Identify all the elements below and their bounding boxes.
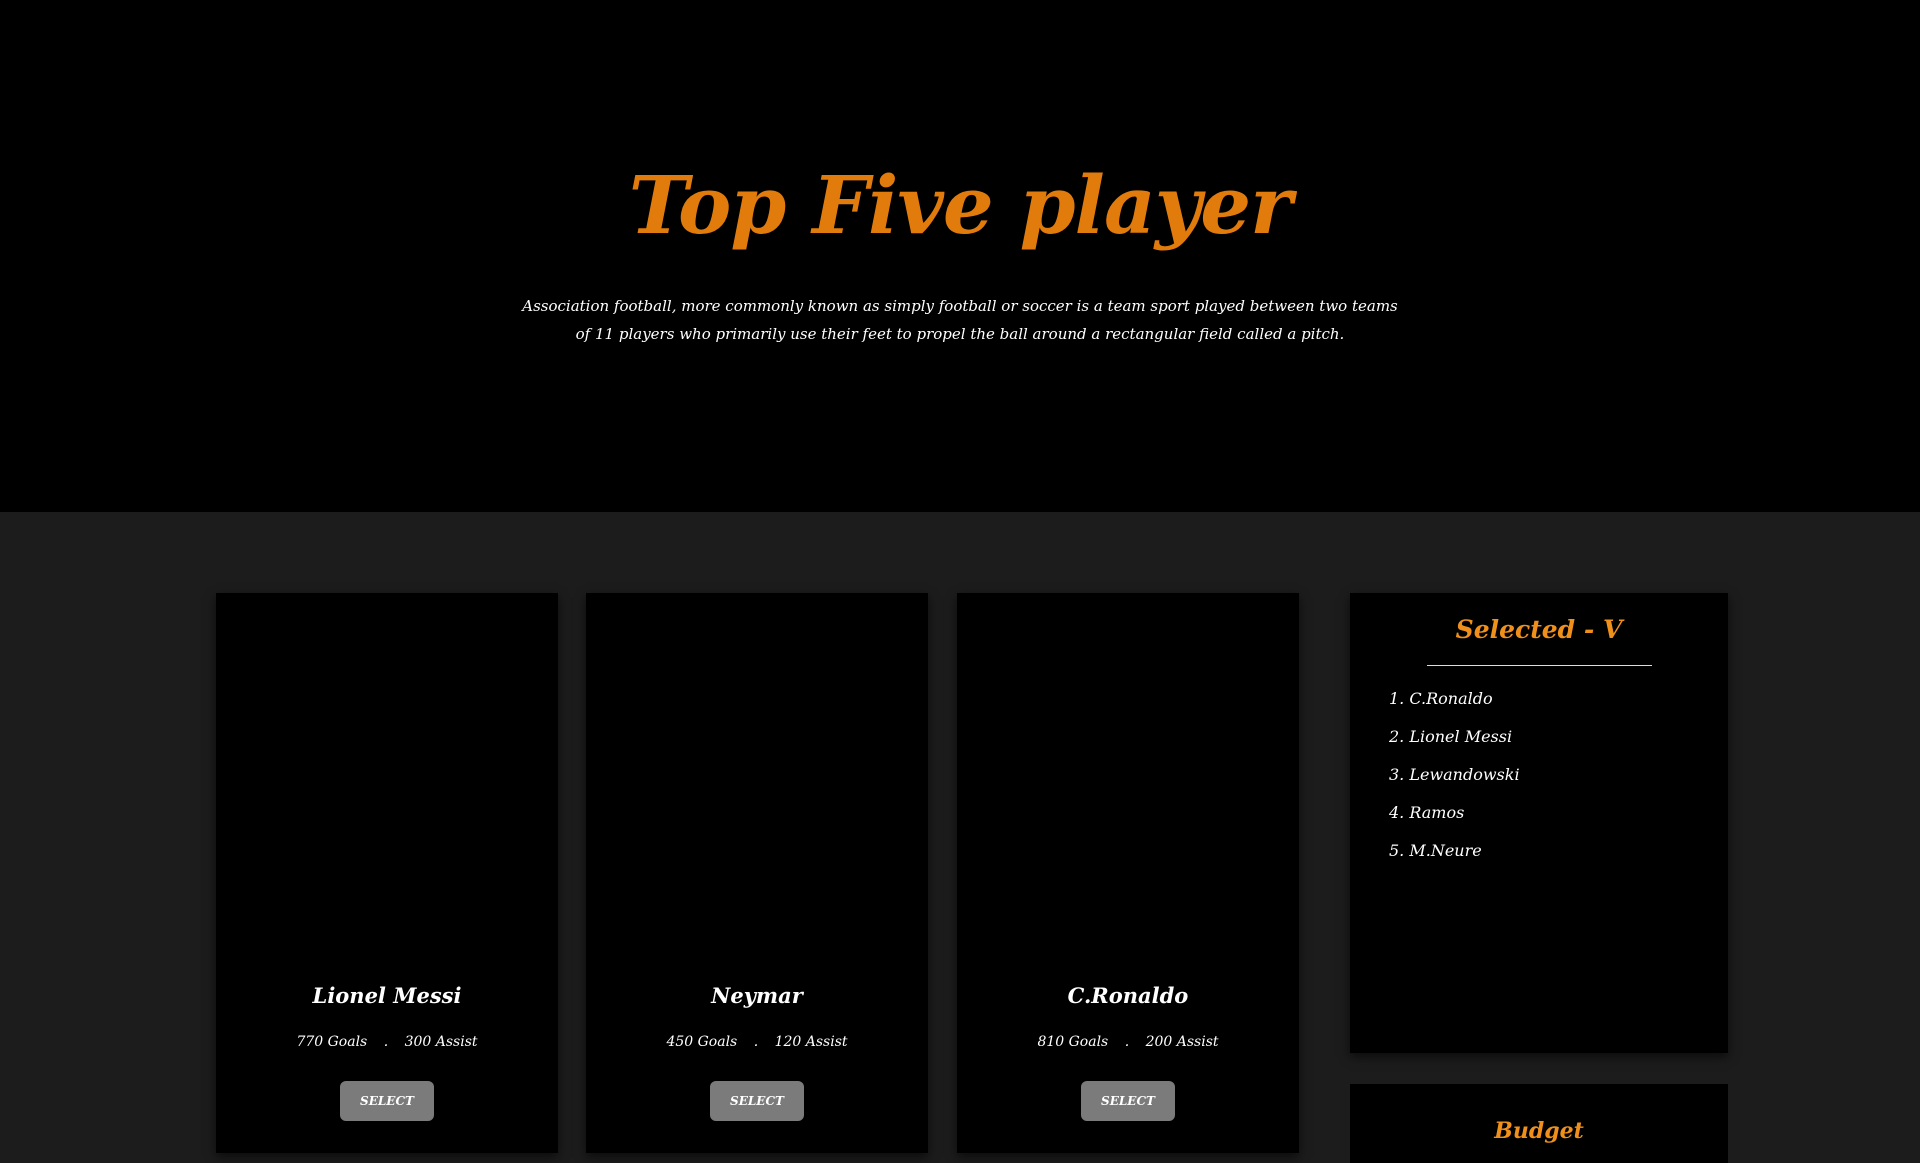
selected-players-panel: Selected - V 1. C.Ronaldo 2. Lionel Mess…	[1350, 593, 1728, 1053]
list-item: 3. Lewandowski	[1389, 765, 1520, 784]
hero-description: Association football, more commonly know…	[522, 297, 1398, 343]
player-name: Lionel Messi	[312, 983, 462, 1008]
player-card-neymar: All Neymar 450 Goals . 120 Assist SELECT	[586, 593, 928, 1153]
budget-title: Budget	[1494, 1118, 1584, 1144]
player-name: Neymar	[711, 983, 803, 1008]
stat-separator: .	[1124, 1034, 1130, 1050]
svg-text:TeamViewer: TeamViewer	[1107, 852, 1230, 873]
goals-count: 810 Goals	[1037, 1034, 1109, 1050]
svg-text:TeamViewer: TeamViewer	[1705, 356, 1855, 381]
player-stats: 770 Goals . 300 Assist	[216, 1034, 558, 1050]
player-name: C.Ronaldo	[1067, 983, 1189, 1008]
player-card-messi: Rakuten Lionel Messi 770 Goals . 300 Ass…	[216, 593, 558, 1153]
select-button[interactable]: SELECT	[1081, 1081, 1175, 1121]
ronaldo-hero-image: TeamViewer	[1565, 55, 1920, 455]
goals-count: 450 Goals	[666, 1034, 738, 1050]
budget-panel: Budget	[1350, 1084, 1728, 1163]
divider	[1427, 665, 1652, 666]
assist-count: 120 Assist	[774, 1034, 848, 1050]
list-item: 4. Ramos	[1389, 803, 1465, 822]
goals-count: 770 Goals	[296, 1034, 368, 1050]
list-item: 2. Lionel Messi	[1389, 727, 1513, 746]
player-stats: 450 Goals . 120 Assist	[586, 1034, 928, 1050]
ronaldo-card-image: TeamViewer	[977, 608, 1287, 968]
list-item: 1. C.Ronaldo	[1389, 689, 1493, 708]
assist-count: 200 Assist	[1145, 1034, 1219, 1050]
player-stats: 810 Goals . 200 Assist	[957, 1034, 1299, 1050]
selected-title: Selected - V	[1455, 615, 1623, 644]
list-item: 5. M.Neure	[1389, 841, 1482, 860]
stat-separator: .	[383, 1034, 389, 1050]
select-button[interactable]: SELECT	[340, 1081, 434, 1121]
hero-banner: Rakuten Top Five player Association foot…	[0, 0, 1920, 512]
svg-text:Rakuten: Rakuten	[155, 328, 324, 369]
select-button[interactable]: SELECT	[710, 1081, 804, 1121]
assist-count: 300 Assist	[404, 1034, 478, 1050]
selected-list: 1. C.Ronaldo 2. Lionel Messi 3. Lewandow…	[1389, 689, 1520, 879]
svg-text:All: All	[746, 874, 816, 930]
stat-separator: .	[753, 1034, 759, 1050]
svg-text:Rakuten: Rakuten	[346, 866, 487, 901]
player-card-ronaldo: TeamViewer C.Ronaldo 810 Goals . 200 Ass…	[957, 593, 1299, 1153]
messi-card-image: Rakuten	[236, 608, 546, 968]
neymar-card-image: All	[606, 608, 916, 968]
